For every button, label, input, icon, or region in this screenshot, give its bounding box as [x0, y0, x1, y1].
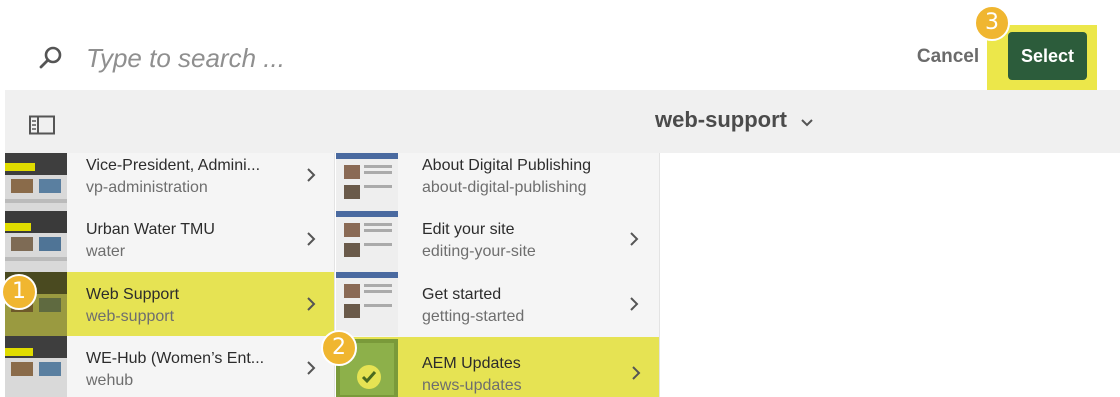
list-item-selected[interactable]: Web Support web-support	[5, 272, 334, 336]
item-title: Edit your site	[422, 221, 515, 238]
list-item[interactable]: Vice-President, Admini... vp-administrat…	[5, 153, 334, 217]
chevron-right-icon[interactable]	[305, 296, 317, 312]
chevron-down-icon[interactable]	[800, 116, 814, 130]
chevron-right-icon[interactable]	[628, 231, 640, 247]
item-title: Get started	[422, 286, 502, 303]
page-thumbnail	[336, 272, 398, 336]
list-item-selected[interactable]: AEM Updates news-updates	[336, 337, 659, 397]
item-name: web-support	[86, 308, 175, 325]
item-name: editing-your-site	[422, 243, 536, 260]
item-title: About Digital Publishing	[422, 157, 591, 174]
step-badge-3: 3	[974, 5, 1010, 41]
item-title: Vice-President, Admini...	[86, 157, 261, 174]
item-name: wehub	[86, 372, 134, 389]
item-title: Urban Water TMU	[86, 221, 215, 238]
list-item[interactable]: About Digital Publishing about-digital-p…	[336, 153, 659, 217]
list-item[interactable]: Urban Water TMU water	[5, 211, 334, 275]
page-thumbnail	[5, 153, 67, 217]
chevron-right-icon[interactable]	[305, 231, 317, 247]
step-badge-2: 2	[321, 330, 357, 366]
item-name: water	[86, 243, 126, 260]
search-input[interactable]	[86, 38, 686, 78]
column-pages[interactable]: About Digital Publishing about-digital-p…	[336, 153, 660, 397]
folder-title[interactable]: web-support	[655, 107, 787, 133]
rail-toggle-icon[interactable]	[29, 115, 55, 135]
chevron-right-icon[interactable]	[628, 296, 640, 312]
list-item[interactable]: Get started getting-started	[336, 272, 659, 336]
item-title: Web Support	[86, 286, 180, 303]
header-bar	[5, 90, 1120, 153]
page-thumbnail	[336, 153, 398, 217]
page-thumbnail	[5, 336, 67, 397]
chevron-right-icon[interactable]	[630, 365, 642, 381]
column-empty	[661, 153, 1120, 397]
item-name: news-updates	[422, 377, 522, 394]
chevron-right-icon[interactable]	[305, 360, 317, 376]
column-sites[interactable]: Vice-President, Admini... vp-administrat…	[5, 153, 335, 397]
chevron-right-icon[interactable]	[305, 167, 317, 183]
search-icon	[39, 46, 62, 69]
page-thumbnail	[5, 211, 67, 275]
page-thumbnail	[336, 211, 398, 275]
step-badge-1: 1	[1, 274, 37, 310]
item-name: getting-started	[422, 308, 525, 325]
item-name: about-digital-publishing	[422, 179, 587, 196]
cancel-button[interactable]: Cancel	[912, 42, 984, 72]
select-button[interactable]: Select	[1008, 32, 1087, 80]
item-name: vp-administration	[86, 179, 208, 196]
item-title: AEM Updates	[422, 355, 521, 372]
item-title: WE-Hub (Women’s Ent...	[86, 350, 265, 367]
list-item[interactable]: Edit your site editing-your-site	[336, 211, 659, 275]
list-item[interactable]: WE-Hub (Women’s Ent... wehub	[5, 336, 334, 397]
